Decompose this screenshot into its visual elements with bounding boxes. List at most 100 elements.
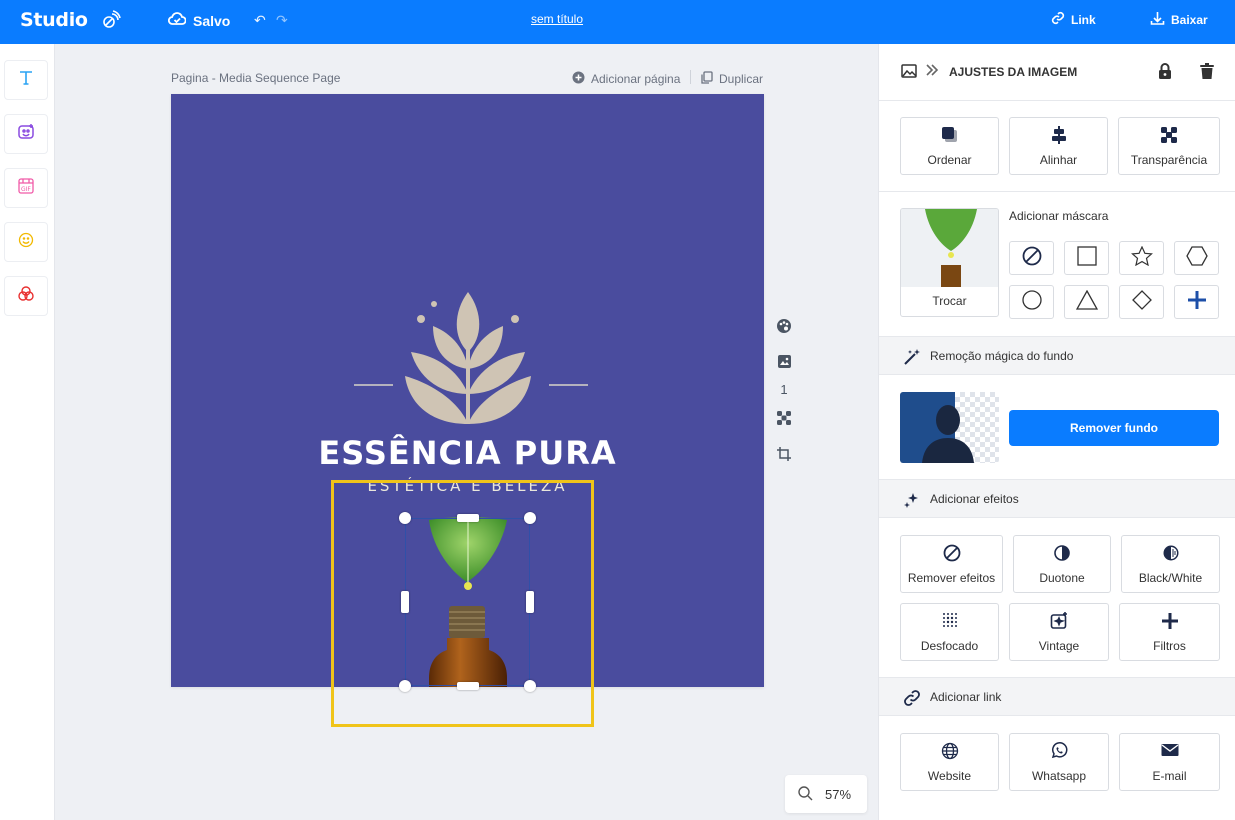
email-label: E-mail xyxy=(1152,769,1187,783)
mask-add-button[interactable] xyxy=(1174,285,1219,319)
plus-icon xyxy=(1187,290,1207,315)
diamond-icon xyxy=(1131,289,1152,315)
trash-icon[interactable] xyxy=(1200,63,1214,84)
image-thumbnail xyxy=(901,209,998,287)
link-icon xyxy=(903,689,921,712)
mask-square-button[interactable] xyxy=(1064,241,1109,275)
remove-background-button[interactable]: Remover fundo xyxy=(1009,410,1219,446)
duplicate-button[interactable]: Duplicar xyxy=(701,71,763,87)
undo-icon[interactable]: ↶ xyxy=(254,12,266,29)
magic-wand-icon xyxy=(903,348,921,371)
brand-title[interactable]: ESSÊNCIA PURA xyxy=(171,434,764,472)
blur-label: Desfocado xyxy=(920,639,979,653)
duotone-button[interactable]: Duotone xyxy=(1013,535,1111,593)
vintage-label: Vintage xyxy=(1038,639,1080,653)
page-number: 1 xyxy=(780,382,788,397)
mask-star-button[interactable] xyxy=(1119,241,1164,275)
person-silhouette-icon xyxy=(900,392,999,463)
panel-title: AJUSTES DA IMAGEM xyxy=(949,65,1078,79)
resize-handle-right[interactable] xyxy=(526,591,534,613)
remove-effects-button[interactable]: Remover efeitos xyxy=(900,535,1003,593)
swap-label: Trocar xyxy=(932,294,967,308)
download-label: Baixar xyxy=(1171,13,1208,27)
image-settings-panel: AJUSTES DA IMAGEM Ordenar Alinhar Transp… xyxy=(878,44,1235,820)
filters-button[interactable]: Filtros xyxy=(1119,603,1220,661)
saved-label: Salvo xyxy=(193,12,231,29)
resize-handle-bottom[interactable] xyxy=(457,682,479,690)
color-tool-button[interactable] xyxy=(4,276,48,316)
color-circles-icon xyxy=(17,285,35,308)
vintage-button[interactable]: Vintage xyxy=(1009,603,1109,661)
mask-hexagon-button[interactable] xyxy=(1174,241,1219,275)
copy-icon xyxy=(701,71,713,87)
resize-handle-bottom-left[interactable] xyxy=(399,680,411,692)
whatsapp-label: Whatsapp xyxy=(1031,769,1087,783)
image-bg-icon[interactable] xyxy=(774,354,794,372)
text-icon xyxy=(17,69,35,92)
resize-handle-top-left[interactable] xyxy=(399,512,411,524)
crop-icon[interactable] xyxy=(774,446,794,465)
gif-tool-button[interactable]: GIF xyxy=(4,168,48,208)
mask-none-button[interactable] xyxy=(1009,241,1054,275)
magic-removal-header: Remoção mágica do fundo xyxy=(879,336,1235,375)
text-tool-button[interactable] xyxy=(4,60,48,100)
resize-handle-left[interactable] xyxy=(401,591,409,613)
align-label: Alinhar xyxy=(1039,153,1078,167)
order-label: Ordenar xyxy=(927,153,972,167)
link-button[interactable]: Link xyxy=(1051,11,1096,28)
app-logo: Studio xyxy=(20,9,88,31)
mask-diamond-button[interactable] xyxy=(1119,285,1164,319)
divider xyxy=(879,191,1235,192)
zoom-control[interactable]: 57% xyxy=(785,775,867,813)
globe-icon xyxy=(901,742,998,760)
transparency-small-icon[interactable] xyxy=(774,410,794,429)
resize-handle-top-right[interactable] xyxy=(524,512,536,524)
saved-status[interactable]: Salvo xyxy=(167,11,231,30)
image-tool-button[interactable] xyxy=(4,114,48,154)
mask-triangle-button[interactable] xyxy=(1064,285,1109,319)
add-page-button[interactable]: Adicionar página xyxy=(572,71,680,87)
document-title[interactable]: sem título xyxy=(531,12,583,26)
mask-circle-button[interactable] xyxy=(1009,285,1054,319)
emoji-tool-button[interactable] xyxy=(4,222,48,262)
black-white-button[interactable]: Black/White xyxy=(1121,535,1220,593)
magic-removal-title: Remoção mágica do fundo xyxy=(930,349,1074,363)
double-chevron-icon xyxy=(925,63,939,82)
cloud-check-icon xyxy=(167,11,187,30)
mask-title: Adicionar máscara xyxy=(1009,209,1109,223)
link-header: Adicionar link xyxy=(879,677,1235,716)
triangle-icon xyxy=(1075,289,1098,315)
effects-title: Adicionar efeitos xyxy=(930,492,1019,506)
picture-icon xyxy=(901,63,917,84)
sparkles-icon xyxy=(903,491,921,514)
order-button[interactable]: Ordenar xyxy=(900,117,999,175)
whatsapp-link-button[interactable]: Whatsapp xyxy=(1009,733,1109,791)
email-link-button[interactable]: E-mail xyxy=(1119,733,1220,791)
zoom-value: 57% xyxy=(825,786,852,802)
redo-icon[interactable]: ↷ xyxy=(276,12,288,29)
transparency-button[interactable]: Transparência xyxy=(1118,117,1220,175)
download-button[interactable]: Baixar xyxy=(1150,11,1208,29)
black-white-label: Black/White xyxy=(1138,571,1203,585)
left-toolbar: GIF xyxy=(0,44,55,820)
remove-effects-label: Remover efeitos xyxy=(907,571,996,585)
resize-handle-top[interactable] xyxy=(457,514,479,522)
remove-bg-preview xyxy=(900,392,999,463)
resize-handle-bottom-right[interactable] xyxy=(524,680,536,692)
link-icon xyxy=(1051,11,1065,28)
lock-icon[interactable] xyxy=(1158,63,1172,84)
no-mask-icon xyxy=(1022,246,1042,271)
plus-circle-icon xyxy=(572,71,585,87)
website-link-button[interactable]: Website xyxy=(900,733,999,791)
add-page-label: Adicionar página xyxy=(591,72,681,86)
selection-box[interactable] xyxy=(405,518,530,686)
link-label: Link xyxy=(1071,12,1096,27)
top-bar: Studio Salvo ↶ ↷ sem título Link Baixar xyxy=(0,0,1235,44)
website-label: Website xyxy=(927,769,972,783)
blur-button[interactable]: Desfocado xyxy=(900,603,999,661)
square-icon xyxy=(1076,245,1097,271)
align-button[interactable]: Alinhar xyxy=(1009,117,1108,175)
swap-image-button[interactable]: Trocar xyxy=(900,208,999,317)
star-icon xyxy=(1130,245,1153,271)
palette-icon[interactable] xyxy=(774,318,794,337)
